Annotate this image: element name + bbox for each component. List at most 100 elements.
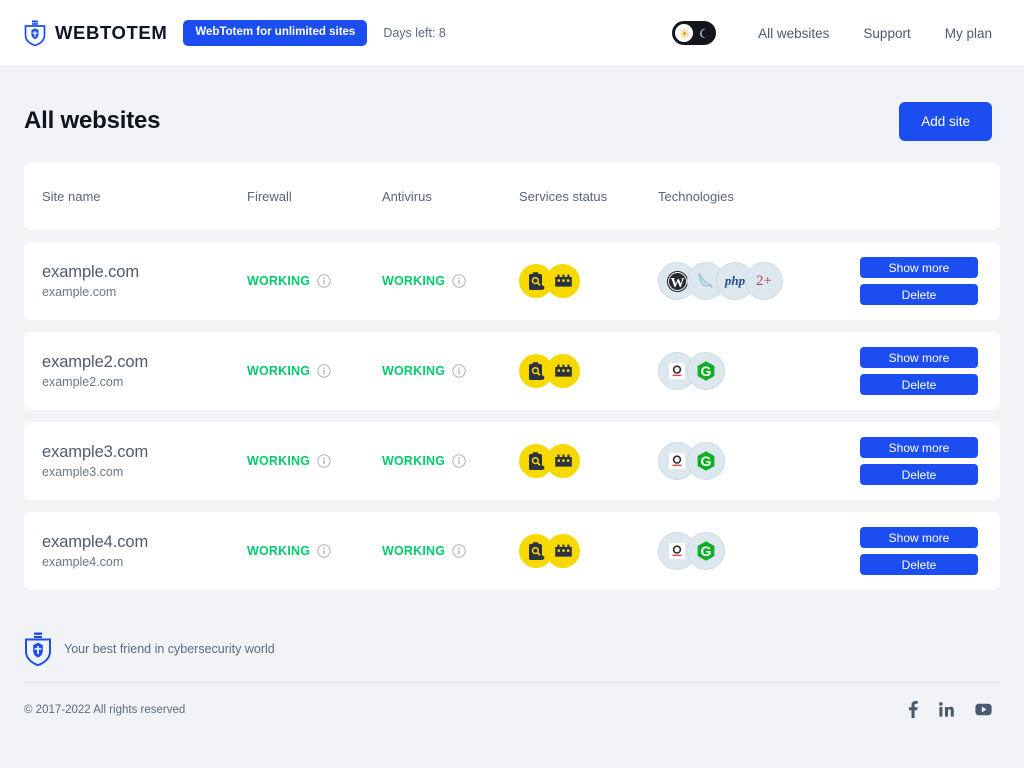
- site-url: example.com: [42, 285, 247, 299]
- site-name[interactable]: example2.com: [42, 353, 247, 372]
- info-icon[interactable]: [452, 454, 466, 468]
- openresty-glyph: [668, 542, 686, 560]
- delete-button[interactable]: Delete: [860, 464, 978, 485]
- firewall-cell: WORKING: [247, 274, 382, 288]
- footer-branding: Your best friend in cybersecurity world: [0, 590, 1024, 672]
- site-name[interactable]: example.com: [42, 263, 247, 282]
- firewall-status: WORKING: [247, 454, 310, 468]
- table-row[interactable]: example.com example.com WORKING WORKING: [24, 242, 1000, 320]
- brand[interactable]: WEBTOTEM: [24, 20, 167, 46]
- svg-text:G: G: [701, 543, 712, 559]
- info-icon[interactable]: [317, 364, 331, 378]
- table-row[interactable]: example2.com example2.com WORKING WORKIN…: [24, 332, 1000, 410]
- page-header: All websites Add site: [0, 67, 1024, 147]
- site-cell: example.com example.com: [42, 263, 247, 300]
- antivirus-status: WORKING: [382, 544, 445, 558]
- theme-toggle[interactable]: [672, 21, 716, 45]
- youtube-icon[interactable]: [975, 703, 992, 716]
- site-name[interactable]: example4.com: [42, 533, 247, 552]
- antivirus-cell: WORKING: [382, 544, 519, 558]
- column-header-antivirus: Antivirus: [382, 189, 519, 204]
- info-icon[interactable]: [317, 454, 331, 468]
- gunicorn-icon[interactable]: G: [687, 442, 725, 480]
- firewall-icon[interactable]: [546, 264, 580, 298]
- firewall-icon[interactable]: [546, 444, 580, 478]
- site-url: example3.com: [42, 465, 247, 479]
- delete-button[interactable]: Delete: [860, 374, 978, 395]
- site-url: example4.com: [42, 555, 247, 569]
- show-more-button[interactable]: Show more: [860, 527, 978, 548]
- wordpress-glyph: W: [666, 270, 689, 293]
- antivirus-cell: WORKING: [382, 364, 519, 378]
- column-header-services-status: Services status: [519, 189, 658, 204]
- services-status-cell: [519, 534, 658, 568]
- gunicorn-icon[interactable]: G: [687, 532, 725, 570]
- svg-text:W: W: [670, 275, 684, 290]
- facebook-icon[interactable]: [908, 701, 918, 718]
- site-cell: example3.com example3.com: [42, 443, 247, 480]
- sun-icon: [680, 29, 689, 38]
- shield-logo-icon: [24, 632, 52, 666]
- show-more-button[interactable]: Show more: [860, 437, 978, 458]
- firewall-icon[interactable]: [546, 534, 580, 568]
- linkedin-icon[interactable]: [939, 702, 954, 717]
- antivirus-cell: WORKING: [382, 274, 519, 288]
- footer-bottom: © 2017-2022 All rights reserved: [0, 683, 1024, 718]
- firewall-glyph: [554, 454, 573, 469]
- table-row[interactable]: example3.com example3.com WORKING WORKIN…: [24, 422, 1000, 500]
- nginx-glyph: [696, 271, 716, 291]
- firewall-cell: WORKING: [247, 544, 382, 558]
- firewall-icon[interactable]: [546, 354, 580, 388]
- site-cell: example4.com example4.com: [42, 533, 247, 570]
- info-icon[interactable]: [452, 364, 466, 378]
- firewall-status: WORKING: [247, 274, 310, 288]
- services-status-cell: [519, 354, 658, 388]
- gunicorn-glyph: G: [695, 540, 717, 562]
- column-header-technologies: Technologies: [658, 189, 860, 204]
- tech-more-count[interactable]: 2+: [745, 262, 783, 300]
- add-site-button[interactable]: Add site: [899, 102, 992, 141]
- svg-text:G: G: [701, 363, 712, 379]
- row-actions: Show more Delete: [860, 257, 978, 305]
- page-title: All websites: [24, 107, 160, 135]
- info-icon[interactable]: [317, 274, 331, 288]
- antivirus-cell: WORKING: [382, 454, 519, 468]
- moon-icon: [698, 28, 709, 39]
- social-links: [908, 701, 992, 718]
- info-icon[interactable]: [452, 274, 466, 288]
- shield-logo-icon: [24, 20, 46, 46]
- site-url: example2.com: [42, 375, 247, 389]
- services-status-cell: [519, 444, 658, 478]
- gunicorn-glyph: G: [695, 360, 717, 382]
- copyright-text: © 2017-2022 All rights reserved: [24, 704, 185, 716]
- table-row[interactable]: example4.com example4.com WORKING WORKIN…: [24, 512, 1000, 590]
- nav-all-websites[interactable]: All websites: [758, 26, 829, 41]
- delete-button[interactable]: Delete: [860, 284, 978, 305]
- websites-table: Site name Firewall Antivirus Services st…: [0, 147, 1024, 590]
- delete-button[interactable]: Delete: [860, 554, 978, 575]
- firewall-glyph: [554, 364, 573, 379]
- nav-support[interactable]: Support: [863, 26, 910, 41]
- services-status-cell: [519, 264, 658, 298]
- antivirus-status: WORKING: [382, 364, 445, 378]
- info-icon[interactable]: [317, 544, 331, 558]
- firewall-cell: WORKING: [247, 364, 382, 378]
- row-actions: Show more Delete: [860, 437, 978, 485]
- show-more-button[interactable]: Show more: [860, 257, 978, 278]
- technologies-cell: W php 2+: [658, 262, 860, 300]
- promo-badge[interactable]: WebTotem for unlimited sites: [183, 20, 367, 47]
- gunicorn-icon[interactable]: G: [687, 352, 725, 390]
- info-icon[interactable]: [452, 544, 466, 558]
- brand-name: WEBTOTEM: [55, 22, 167, 44]
- clipboard-scan-glyph: [528, 272, 545, 291]
- site-cell: example2.com example2.com: [42, 353, 247, 390]
- tech-more-label: 2+: [756, 273, 772, 290]
- nav-my-plan[interactable]: My plan: [945, 26, 992, 41]
- clipboard-scan-glyph: [528, 452, 545, 471]
- show-more-button[interactable]: Show more: [860, 347, 978, 368]
- table-header-row: Site name Firewall Antivirus Services st…: [24, 163, 1000, 230]
- site-name[interactable]: example3.com: [42, 443, 247, 462]
- days-left-label: Days left: 8: [383, 26, 446, 40]
- antivirus-status: WORKING: [382, 454, 445, 468]
- footer-tagline: Your best friend in cybersecurity world: [64, 642, 275, 656]
